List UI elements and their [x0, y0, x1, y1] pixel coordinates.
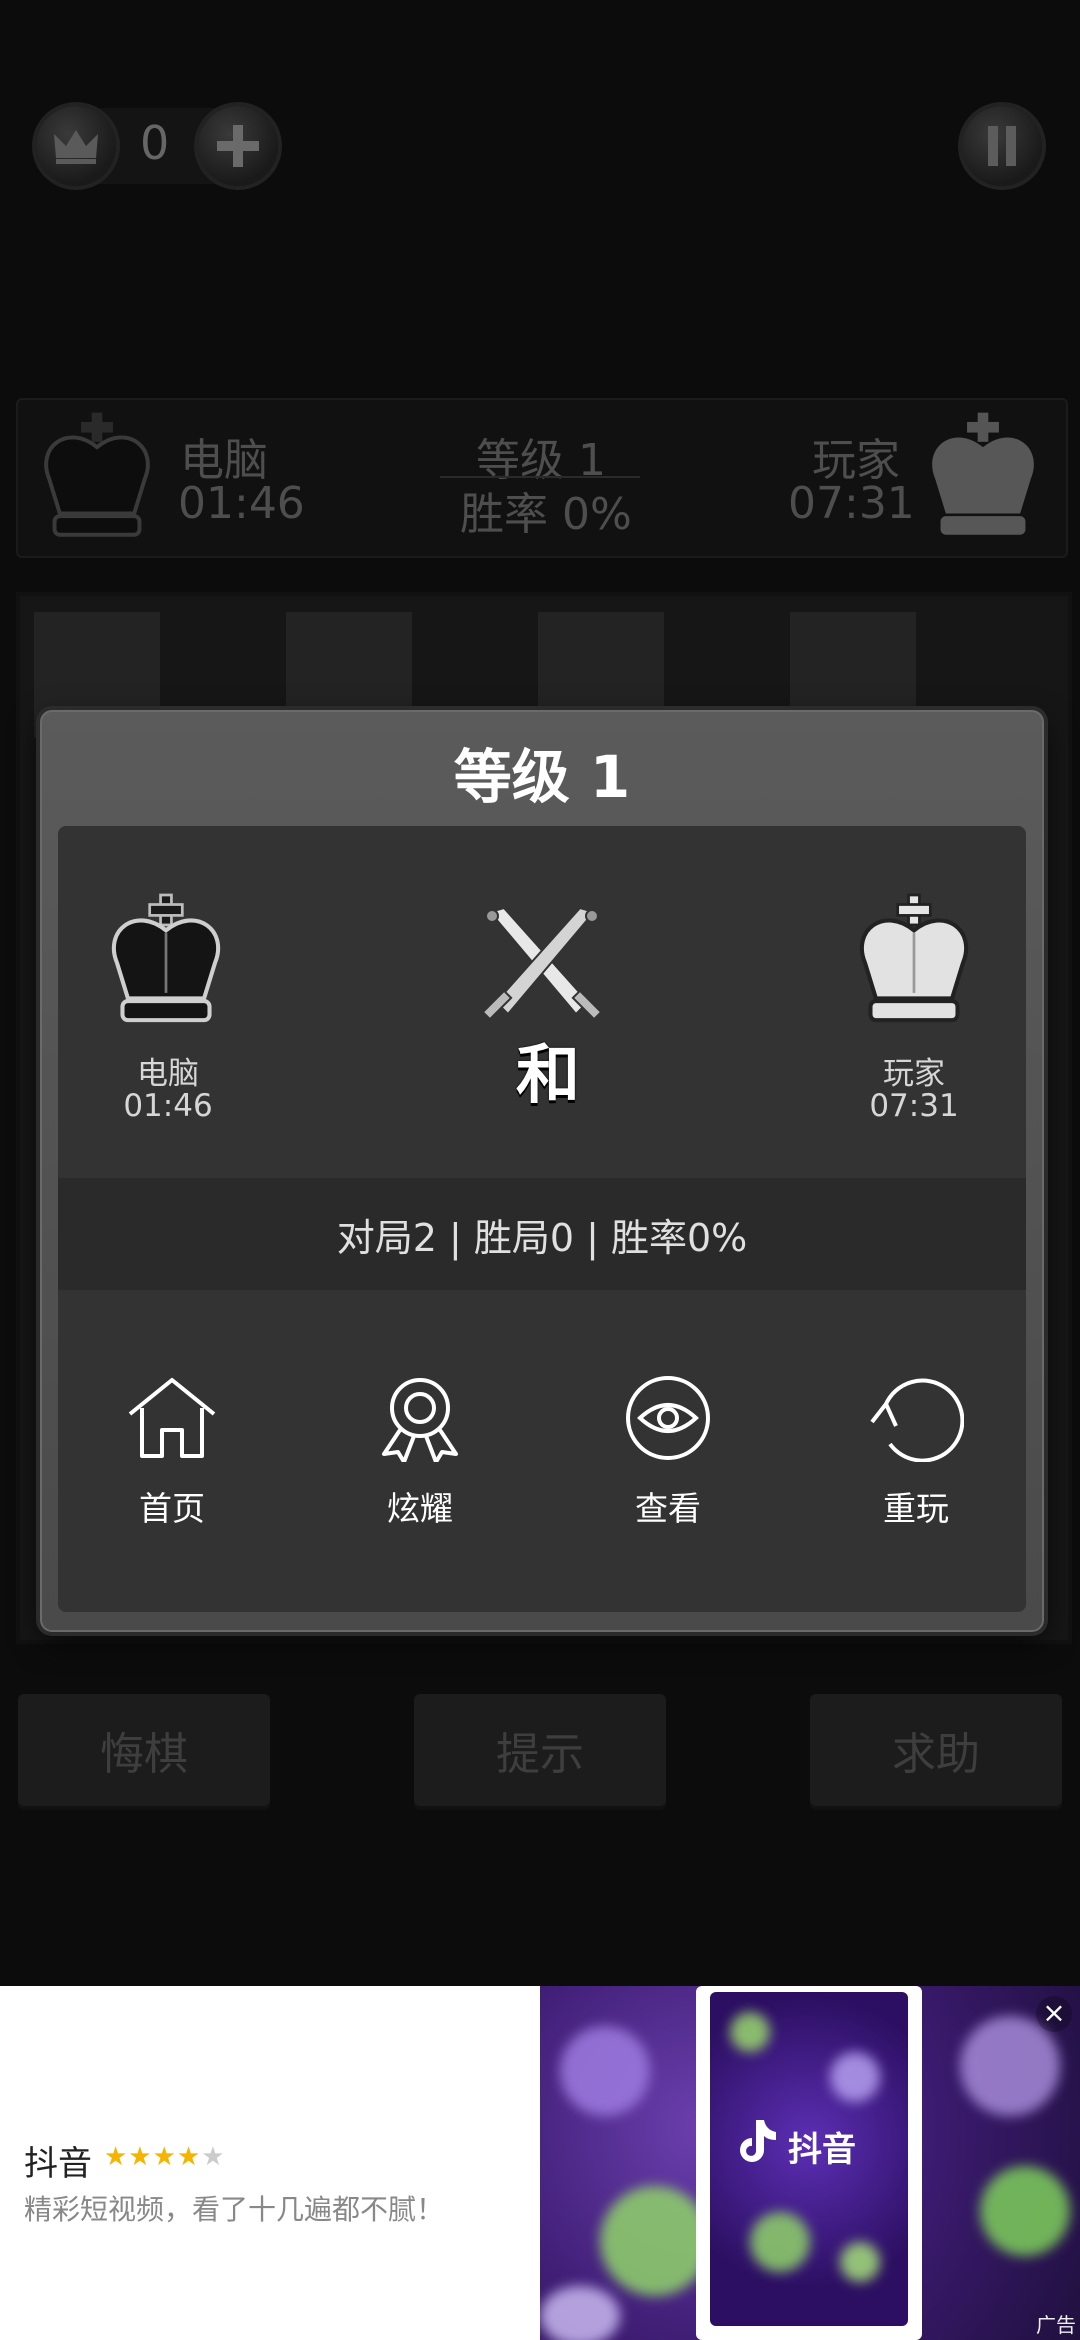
replay-icon [870, 1378, 965, 1463]
player-time: 07:31 [788, 478, 915, 529]
computer-king-icon [98, 892, 234, 1038]
medal-icon [382, 1378, 458, 1464]
dialog-player-time: 07:31 [869, 1088, 959, 1124]
ad-brand-name: 抖音 [788, 2130, 856, 2170]
player-king-icon [846, 892, 982, 1038]
share-label: 炫耀 [387, 1489, 453, 1528]
dialog-computer-time: 01:46 [123, 1088, 213, 1124]
ad-close-button[interactable]: × [1036, 1996, 1072, 2032]
ad-phone-mockup: 抖音 [696, 1986, 922, 2340]
view-button[interactable]: 查看 [578, 1374, 758, 1530]
plus-icon [217, 125, 259, 167]
draw-result: 和 [516, 1038, 580, 1113]
undo-button[interactable]: 悔棋 [18, 1694, 270, 1806]
crown-icon [36, 106, 116, 186]
share-button[interactable]: 炫耀 [330, 1374, 510, 1530]
win-rate-label: 胜率 0% [460, 489, 632, 540]
computer-time: 01:46 [178, 478, 305, 529]
ad-rating-stars: ★★★★★ [104, 2142, 226, 2172]
add-coins-button[interactable] [198, 106, 278, 186]
result-dialog: 等级 1 电脑 01:46 和 玩家 07:31 对局2 | 胜局0 | 胜率0… [40, 710, 1044, 1632]
dialog-computer-name: 电脑 [137, 1056, 199, 1092]
tiktok-logo-icon [738, 2116, 778, 2168]
ad-description: 精彩短视频，看了十几遍都不腻！ [24, 2193, 445, 2226]
coin-count: 0 [140, 116, 170, 170]
ad-banner[interactable]: 抖音 ★★★★★ 精彩短视频，看了十几遍都不腻！ 抖音 × 广告 [0, 1986, 1080, 2340]
dialog-title: 等级 1 [453, 743, 631, 811]
ad-label: 广告 [1036, 2313, 1076, 2337]
pause-icon [988, 126, 1016, 166]
dialog-player-name: 玩家 [883, 1056, 945, 1092]
ad-app-name: 抖音 [24, 2144, 92, 2184]
dialog-body: 电脑 01:46 和 玩家 07:31 对局2 | 胜局0 | 胜率0% 首页 … [58, 826, 1026, 1612]
replay-label: 重玩 [883, 1489, 949, 1528]
eye-icon [626, 1376, 710, 1460]
pause-button[interactable] [962, 106, 1042, 186]
view-label: 查看 [635, 1489, 701, 1528]
hint-button[interactable]: 提示 [414, 1694, 666, 1806]
ad-image[interactable]: 抖音 × 广告 [540, 1986, 1080, 2340]
replay-button[interactable]: 重玩 [826, 1374, 1006, 1530]
help-button[interactable]: 求助 [810, 1694, 1062, 1806]
home-icon [128, 1378, 216, 1458]
black-king-icon [30, 410, 164, 552]
home-button[interactable]: 首页 [82, 1374, 262, 1530]
stats-summary: 对局2 | 胜局0 | 胜率0% [58, 1178, 1026, 1290]
home-label: 首页 [139, 1489, 205, 1528]
white-king-icon [916, 410, 1050, 552]
crossed-swords-icon [476, 902, 608, 1030]
